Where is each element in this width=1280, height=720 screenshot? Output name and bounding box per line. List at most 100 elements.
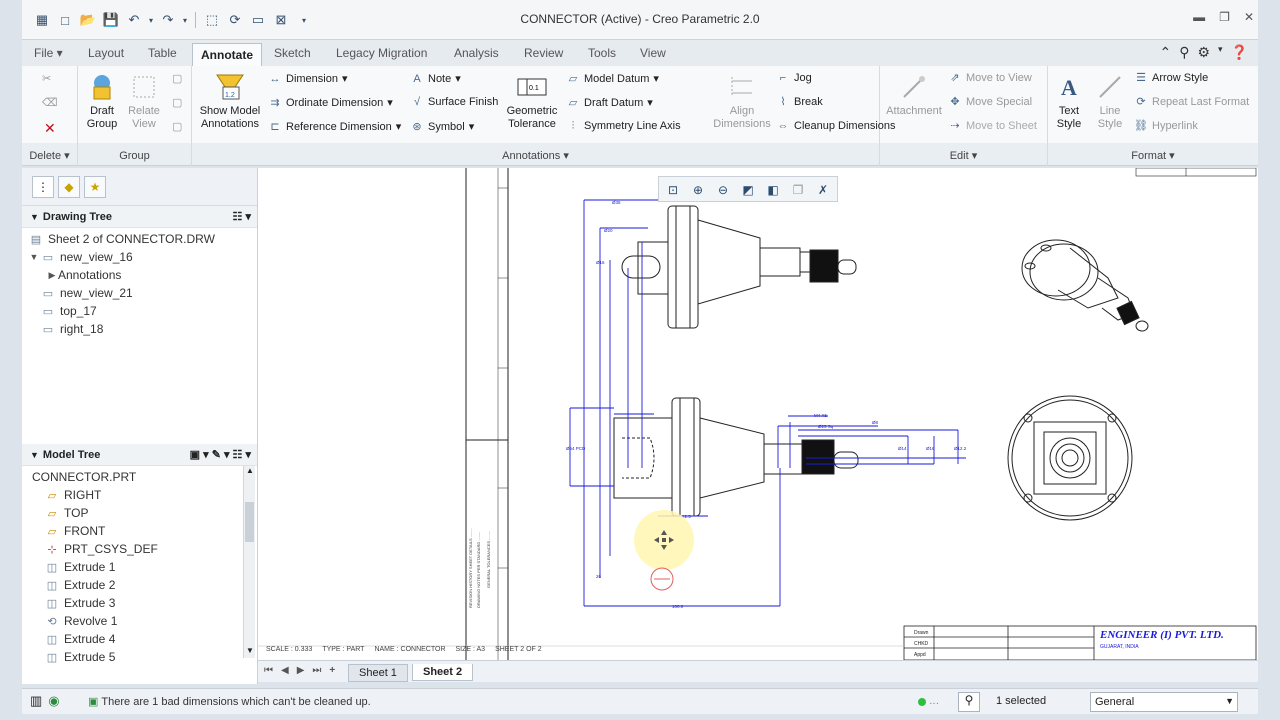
edit-group-label[interactable]: Edit ▾ xyxy=(880,149,1047,162)
tree-item-feature[interactable]: ◫ Extrude 2 xyxy=(28,576,251,594)
browser-toggle-icon[interactable]: ◉ xyxy=(48,693,59,709)
annotations-group-label[interactable]: Annotations ▾ xyxy=(192,149,879,162)
drawing-canvas[interactable]: REVISION HISTORY SHEET DETAILS ........ … xyxy=(258,168,1258,660)
navigator-toggle-icon[interactable]: ▥ xyxy=(30,693,42,709)
scroll-thumb[interactable] xyxy=(245,502,254,542)
refit-icon[interactable]: ⊡ xyxy=(663,180,683,200)
tab-annotate[interactable]: Annotate xyxy=(192,43,262,67)
favorites-tab-icon[interactable]: ★ xyxy=(84,175,106,198)
tab-analysis[interactable]: Analysis xyxy=(454,46,499,60)
relate-view-button[interactable]: Relate View xyxy=(122,72,166,131)
symbol-button[interactable]: ⊛ Symbol ▾ xyxy=(410,120,474,134)
tree-item-annotations[interactable]: ▶ Annotations xyxy=(28,266,251,284)
tree-item-sheet[interactable]: ▤ Sheet 2 of CONNECTOR.DRW xyxy=(28,230,251,248)
minimize-icon[interactable]: ▬ xyxy=(1193,10,1205,24)
help-icon[interactable]: ❓ xyxy=(1231,44,1248,61)
datum-display-icon[interactable]: ✗ xyxy=(813,180,833,200)
selection-filter-icon[interactable]: ⚲ xyxy=(958,692,980,712)
symmetry-line-axis-button[interactable]: ⫶ Symmetry Line Axis xyxy=(566,120,681,132)
ordinate-dimension-button[interactable]: ⇉ Ordinate Dimension ▾ xyxy=(268,96,392,110)
show-model-annotations-button[interactable]: 1.2 Show Model Annotations xyxy=(198,72,262,131)
restore-icon[interactable]: ❐ xyxy=(1219,10,1230,24)
move-special-button[interactable]: ✥ Move Special xyxy=(948,96,1032,108)
model-tree-scrollbar[interactable]: ▲ ▼ xyxy=(243,466,255,658)
tree-item-csys[interactable]: ⊹ PRT_CSYS_DEF xyxy=(28,540,251,558)
repeat-last-format-button[interactable]: ⟳ Repeat Last Format xyxy=(1134,96,1249,108)
tree-item-feature[interactable]: ◫ Extrude 4 xyxy=(28,630,251,648)
sheet-tab-2[interactable]: Sheet 2 xyxy=(412,664,474,681)
surface-finish-button[interactable]: √ Surface Finish xyxy=(410,96,498,108)
tree-item-datum-plane[interactable]: ▱ TOP xyxy=(28,504,251,522)
tab-review[interactable]: Review xyxy=(524,46,563,60)
tab-tools[interactable]: Tools xyxy=(588,46,616,60)
model-datum-button[interactable]: ▱ Model Datum ▾ xyxy=(566,72,659,86)
scroll-up-icon[interactable]: ▲ xyxy=(244,466,256,478)
repaint-icon[interactable]: ◩ xyxy=(738,180,758,200)
draft-group-button[interactable]: Draft Group xyxy=(82,72,122,131)
tab-sketch[interactable]: Sketch xyxy=(274,46,311,60)
break-button[interactable]: ⌇ Break xyxy=(776,96,822,108)
collapse-ribbon-icon[interactable]: ⌃ xyxy=(1159,44,1171,61)
tree-item-view[interactable]: ▭ right_18 xyxy=(28,320,251,338)
expand-icon[interactable]: ▼ xyxy=(28,252,40,262)
tab-view[interactable]: View xyxy=(640,46,666,60)
display-style-icon[interactable]: ◧ xyxy=(763,180,783,200)
selection-filter-dropdown[interactable]: General ▼ xyxy=(1090,692,1238,712)
align-dimensions-button[interactable]: Align Dimensions xyxy=(712,72,772,131)
scroll-down-icon[interactable]: ▼ xyxy=(244,646,256,658)
tree-item-datum-plane[interactable]: ▱ FRONT xyxy=(28,522,251,540)
group-small-icon-1[interactable]: ▢ xyxy=(172,72,182,85)
dropdown-icon[interactable]: ▾ xyxy=(1218,44,1223,61)
tree-item-feature[interactable]: ⟲ Revolve 1 xyxy=(28,612,251,630)
group-small-icon-2[interactable]: ▢ xyxy=(172,96,182,109)
note-button[interactable]: A Note ▾ xyxy=(410,72,460,86)
tab-layout[interactable]: Layout xyxy=(88,46,124,60)
tree-item-feature[interactable]: ◫ Extrude 5 xyxy=(28,648,251,666)
dimension-button[interactable]: ↔ Dimension ▾ xyxy=(268,72,348,86)
hyperlink-button[interactable]: ⛓ Hyperlink xyxy=(1134,120,1198,132)
erase-icon[interactable]: ⌫ xyxy=(42,96,58,109)
last-sheet-icon[interactable]: ⏭ xyxy=(312,665,321,676)
previous-sheet-icon[interactable]: ◀ xyxy=(281,665,289,676)
add-sheet-icon[interactable]: + xyxy=(329,665,335,676)
next-sheet-icon[interactable]: ▶ xyxy=(297,665,305,676)
search-icon[interactable]: ⚲ xyxy=(1179,44,1189,61)
tab-file[interactable]: File ▾ xyxy=(34,46,63,60)
draft-datum-button[interactable]: ▱ Draft Datum ▾ xyxy=(566,96,653,110)
drawing-sheet[interactable]: REVISION HISTORY SHEET DETAILS ........ … xyxy=(258,168,1258,660)
zoom-out-icon[interactable]: ⊖ xyxy=(713,180,733,200)
geometric-tolerance-button[interactable]: 0.1 Geometric Tolerance xyxy=(502,72,562,131)
model-root[interactable]: CONNECTOR.PRT xyxy=(28,468,251,486)
attachment-button[interactable]: Attachment xyxy=(884,72,944,118)
tab-table[interactable]: Table xyxy=(148,46,177,60)
settings-icon[interactable]: ⚙ xyxy=(1197,44,1210,61)
move-to-sheet-button[interactable]: ⇢ Move to Sheet xyxy=(948,120,1037,132)
model-tree-tools-icon[interactable]: ▣ ▾ ✎ ▾ ☷ ▾ xyxy=(190,448,251,461)
first-sheet-icon[interactable]: ⏮ xyxy=(264,665,273,676)
tree-item-feature[interactable]: ◫ Extrude 3 xyxy=(28,594,251,612)
tree-item-datum-plane[interactable]: ▱ RIGHT xyxy=(28,486,251,504)
expand-icon[interactable]: ▶ xyxy=(46,270,58,281)
drawing-tree-header[interactable]: ▼ Drawing Tree ☷ ▾ xyxy=(22,206,257,228)
delete-icon[interactable]: ✕ xyxy=(44,120,56,137)
text-style-button[interactable]: A Text Style xyxy=(1048,72,1090,131)
delete-group-label[interactable]: Delete ▾ xyxy=(22,149,77,162)
sheet-tab-1[interactable]: Sheet 1 xyxy=(348,664,408,682)
tree-tab-icon[interactable]: ⋮ xyxy=(32,175,54,198)
jog-button[interactable]: ⌐ Jog xyxy=(776,72,812,84)
reference-dimension-button[interactable]: ⊏ Reference Dimension ▾ xyxy=(268,120,401,134)
tree-item-feature[interactable]: ◫ Extrude 1 xyxy=(28,558,251,576)
view-manager-icon[interactable]: ❐ xyxy=(788,180,808,200)
group-small-icon-3[interactable]: ▢ xyxy=(172,120,182,133)
arrow-style-button[interactable]: ☰ Arrow Style xyxy=(1134,72,1208,84)
tree-item-view[interactable]: ▼ ▭ new_view_16 xyxy=(28,248,251,266)
model-tree-header[interactable]: ▼ Model Tree ▣ ▾ ✎ ▾ ☷ ▾ xyxy=(22,444,257,466)
tab-legacy-migration[interactable]: Legacy Migration xyxy=(336,46,427,60)
layer-tab-icon[interactable]: ◆ xyxy=(58,175,80,198)
cut-icon[interactable]: ✂ xyxy=(42,72,51,85)
close-icon[interactable]: ✕ xyxy=(1244,10,1254,24)
tree-settings-icon[interactable]: ☷ ▾ xyxy=(233,210,251,223)
line-style-button[interactable]: Line Style xyxy=(1090,72,1130,131)
tree-item-view[interactable]: ▭ top_17 xyxy=(28,302,251,320)
cleanup-dimensions-button[interactable]: ⇔ Cleanup Dimensions xyxy=(776,120,896,132)
